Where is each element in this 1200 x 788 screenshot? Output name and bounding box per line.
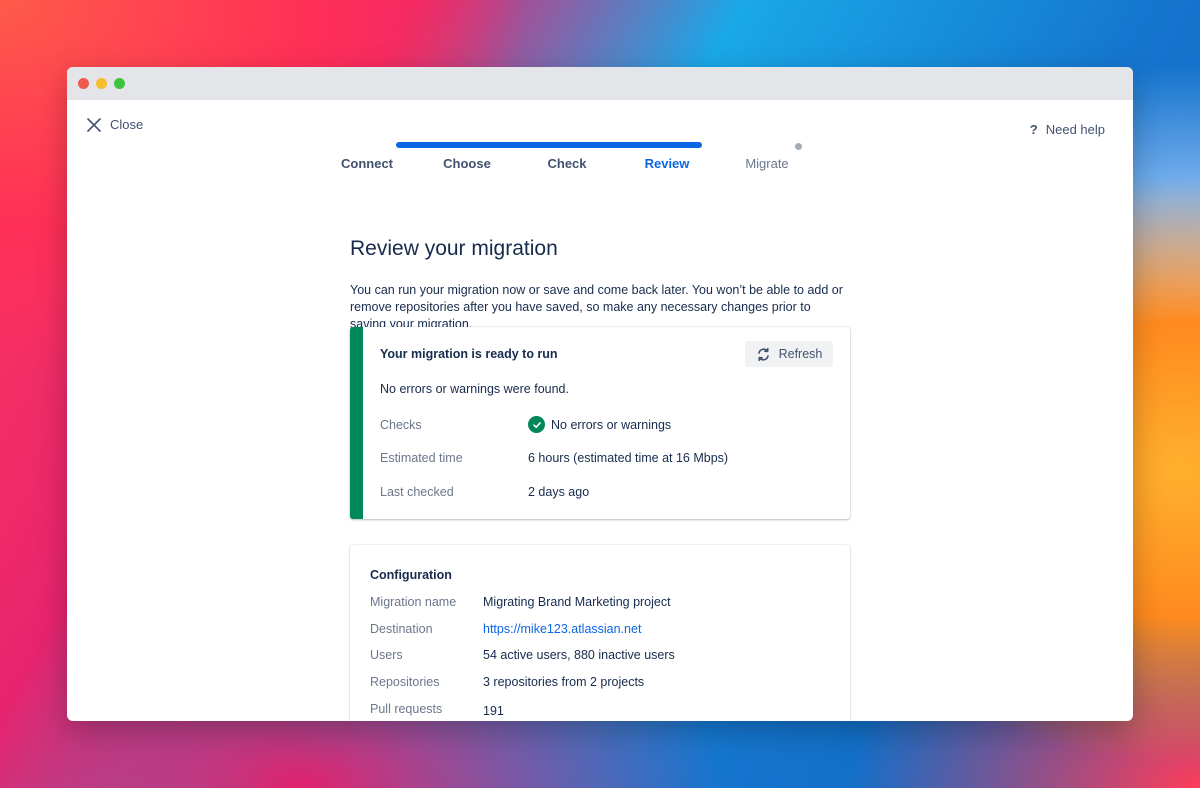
repositories-label: Repositories <box>370 675 440 689</box>
page-content: Close ? Need help Connect Choose Check R… <box>67 100 1133 721</box>
window-close-dot[interactable] <box>78 78 89 89</box>
refresh-button[interactable]: Refresh <box>745 341 833 367</box>
migration-name-value: Migrating Brand Marketing project <box>483 595 671 609</box>
need-help-button[interactable]: ? Need help <box>1030 122 1105 137</box>
intro-text: You can run your migration now or save a… <box>350 283 843 331</box>
destination-label: Destination <box>370 622 433 636</box>
progress-stepper: Connect Choose Check Review Migrate <box>341 140 850 180</box>
migration-status-card: Your migration is ready to run Refresh N… <box>350 327 850 519</box>
status-subtitle: No errors or warnings were found. <box>380 382 569 396</box>
configuration-card: Configuration Migration name Migrating B… <box>350 545 850 721</box>
users-value: 54 active users, 880 inactive users <box>483 648 675 662</box>
checks-label: Checks <box>380 418 422 432</box>
users-label: Users <box>370 648 403 662</box>
checks-value: No errors or warnings <box>528 416 671 433</box>
status-heading: Your migration is ready to run <box>380 347 558 361</box>
need-help-label: Need help <box>1045 122 1105 137</box>
migration-name-label: Migration name <box>370 595 457 609</box>
close-label: Close <box>110 117 144 132</box>
refresh-label: Refresh <box>778 347 823 361</box>
app-window: Close ? Need help Connect Choose Check R… <box>67 67 1133 721</box>
step-review[interactable]: Review <box>617 156 717 171</box>
window-minimize-dot[interactable] <box>96 78 107 89</box>
window-zoom-dot[interactable] <box>114 78 125 89</box>
stepper-pending-dot <box>795 143 802 150</box>
last-checked-label: Last checked <box>380 485 454 499</box>
estimated-time-label: Estimated time <box>380 451 463 465</box>
step-check[interactable]: Check <box>517 156 617 171</box>
step-choose[interactable]: Choose <box>417 156 517 171</box>
pull-requests-label: Pull requests <box>370 702 443 716</box>
configuration-title: Configuration <box>370 568 452 582</box>
pull-requests-value: 191 <box>483 704 504 718</box>
estimated-time-value: 6 hours (estimated time at 16 Mbps) <box>528 451 729 465</box>
close-button[interactable]: Close <box>87 117 143 132</box>
close-icon <box>87 117 101 132</box>
stepper-progress-bar <box>396 142 702 148</box>
title-bar <box>67 67 1133 100</box>
step-migrate: Migrate <box>745 156 789 171</box>
page-title: Review your migration <box>350 237 558 260</box>
refresh-icon <box>757 347 769 361</box>
repositories-value: 3 repositories from 2 projects <box>483 675 645 689</box>
checks-value-text: No errors or warnings <box>551 417 672 432</box>
step-connect[interactable]: Connect <box>317 156 417 171</box>
question-icon: ? <box>1029 122 1038 137</box>
check-circle-icon <box>528 416 545 433</box>
status-accent-bar <box>350 327 363 519</box>
last-checked-value: 2 days ago <box>528 485 590 499</box>
destination-link[interactable]: https://mike123.atlassian.net <box>483 622 641 636</box>
